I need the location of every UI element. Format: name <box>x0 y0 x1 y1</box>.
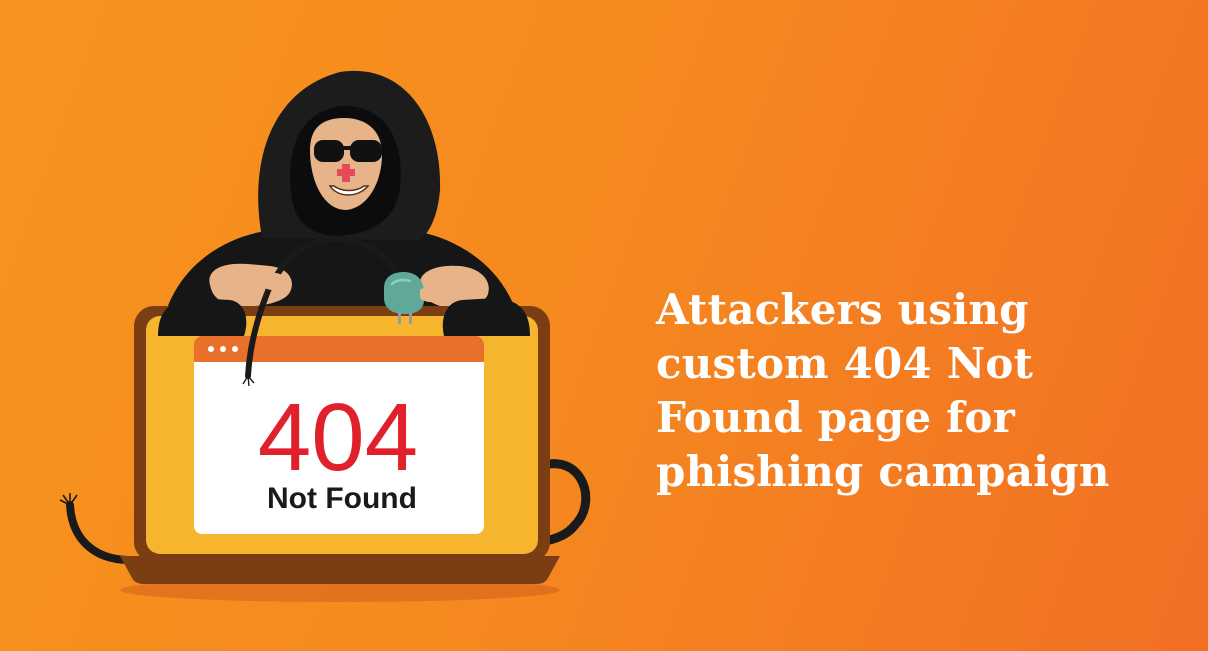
hacker-figure-icon <box>160 70 522 335</box>
error-code: 404 <box>258 384 418 491</box>
banner-canvas: 404 Not Found Attackers using custom 404… <box>0 0 1208 651</box>
headline-line-1: Attackers using <box>656 285 1029 334</box>
frayed-wire-end-icon <box>59 493 78 506</box>
browser-window-dots-icon <box>208 346 238 352</box>
error-message: Not Found <box>267 482 417 515</box>
headline-line-4: phishing campaign <box>656 447 1110 496</box>
cable-left-icon <box>66 501 134 564</box>
hacker-laptop-illustration: 404 Not Found <box>59 70 591 602</box>
headline-line-3: Found page for <box>656 393 1015 442</box>
laptop-icon: 404 Not Found <box>120 298 560 584</box>
headline: Attackers using custom 404 Not Found pag… <box>656 283 1176 499</box>
headline-line-2: custom 404 Not <box>656 339 1034 388</box>
